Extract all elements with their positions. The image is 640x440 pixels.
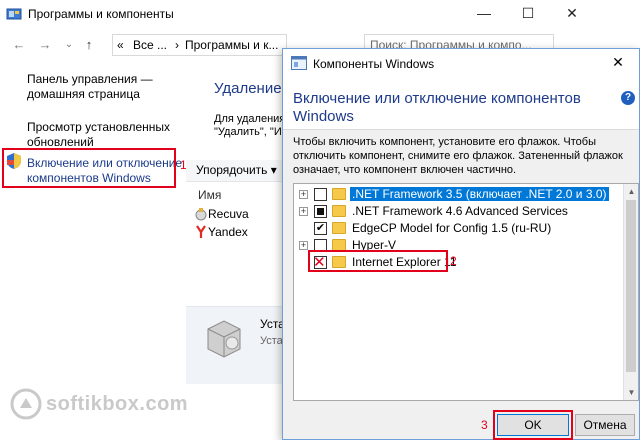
dialog-close-button[interactable]: ✕ xyxy=(597,49,639,77)
control-panel-icon xyxy=(6,8,22,20)
feature-label: EdgeCP Model for Config 1.5 (ru-RU) xyxy=(352,221,552,235)
feature-row-dotnet46[interactable]: + .NET Framework 4.6 Advanced Services xyxy=(294,203,624,220)
cancel-button[interactable]: Отмена xyxy=(575,414,635,436)
view-updates-link[interactable]: Просмотр установленных обновлений xyxy=(27,120,170,150)
windows-features-icon xyxy=(291,56,307,70)
installer-box-icon xyxy=(207,320,241,358)
feature-label: .NET Framework 3.5 (включает .NET 2.0 и … xyxy=(350,187,609,201)
maximize-button[interactable]: ☐ xyxy=(506,0,550,28)
step-marker-3: 3 xyxy=(481,418,488,432)
scroll-down-icon[interactable]: ▼ xyxy=(624,385,639,400)
dialog-description: Чтобы включить компонент, установите его… xyxy=(293,136,623,176)
scroll-up-icon[interactable]: ▲ xyxy=(624,184,639,199)
expand-toggle[interactable]: + xyxy=(299,207,308,216)
folder-icon xyxy=(332,188,346,200)
yandex-icon xyxy=(196,225,206,238)
windows-features-dialog: Компоненты Windows ✕ Включение или отклю… xyxy=(282,48,640,440)
feature-row-edgecp[interactable]: ✔ EdgeCP Model for Config 1.5 (ru-RU) xyxy=(294,220,624,237)
features-tree: + .NET Framework 3.5 (включает .NET 2.0 … xyxy=(293,183,639,401)
forward-arrow-icon[interactable]: → xyxy=(36,36,54,54)
highlight-frame-2 xyxy=(308,250,448,272)
window-title: Программы и компоненты xyxy=(28,7,174,21)
recuva-icon xyxy=(195,208,207,221)
minimize-button[interactable]: — xyxy=(462,0,506,28)
softikbox-logo-icon xyxy=(10,388,42,420)
programs-list-pane: Удаление Для удаления "Удалить", "И Упор… xyxy=(186,62,296,440)
close-button[interactable]: ✕ xyxy=(550,0,594,28)
step-marker-2: 2 xyxy=(450,254,457,268)
uninstall-heading: Удаление xyxy=(214,80,282,97)
scroll-thumb[interactable] xyxy=(626,200,636,372)
feature-checkbox[interactable] xyxy=(314,188,327,201)
feature-label: .NET Framework 4.6 Advanced Services xyxy=(352,204,568,218)
dialog-title: Компоненты Windows xyxy=(313,57,435,71)
details-pane: Уста Уста xyxy=(186,306,296,384)
breadcrumb-all[interactable]: Все ... xyxy=(133,38,167,52)
feature-checkbox[interactable] xyxy=(314,205,327,218)
address-chevrons[interactable]: « xyxy=(117,38,124,52)
control-panel-home-link[interactable]: Панель управления — домашняя страница xyxy=(27,72,153,102)
column-header-name[interactable]: Имя xyxy=(198,188,221,202)
organize-button[interactable]: Упорядочить ▾ xyxy=(196,163,277,177)
expand-toggle[interactable]: + xyxy=(299,190,308,199)
folder-icon xyxy=(332,222,346,234)
watermark: softikbox.com xyxy=(6,384,188,424)
details-text-line2: Уста xyxy=(260,335,283,347)
highlight-frame-3 xyxy=(493,410,573,440)
breadcrumb-programs[interactable]: Программы и к... xyxy=(185,38,278,52)
highlight-frame-1 xyxy=(2,148,176,188)
uninstall-hint-line2: "Удалить", "И xyxy=(214,126,282,138)
window-titlebar: Программы и компоненты — ☐ ✕ xyxy=(0,0,640,28)
address-bar[interactable]: « Все ... › Программы и к... xyxy=(112,34,287,56)
breadcrumb-separator: › xyxy=(175,38,179,52)
up-arrow-icon[interactable]: ↑ xyxy=(80,36,98,54)
dialog-titlebar: Компоненты Windows ✕ xyxy=(283,49,639,77)
watermark-text: softikbox.com xyxy=(46,393,189,415)
expand-toggle[interactable]: + xyxy=(299,241,308,250)
dialog-header: Включение или отключение компонентов Win… xyxy=(283,77,639,129)
folder-icon xyxy=(332,205,346,217)
recent-dropdown-icon[interactable]: ⌄ xyxy=(60,36,78,54)
feature-row-dotnet35[interactable]: + .NET Framework 3.5 (включает .NET 2.0 … xyxy=(294,186,624,203)
uninstall-hint-line1: Для удаления xyxy=(214,113,286,125)
dialog-footer: 3 OK Отмена xyxy=(283,409,639,440)
features-scrollbar[interactable]: ▲ ▼ xyxy=(623,184,638,400)
help-icon[interactable]: ? xyxy=(621,91,635,105)
feature-checkbox[interactable]: ✔ xyxy=(314,222,327,235)
list-toolbar: Упорядочить ▾ xyxy=(186,160,296,182)
back-arrow-icon[interactable]: ← xyxy=(10,36,28,54)
dialog-heading: Включение или отключение компонентов Win… xyxy=(293,90,581,125)
